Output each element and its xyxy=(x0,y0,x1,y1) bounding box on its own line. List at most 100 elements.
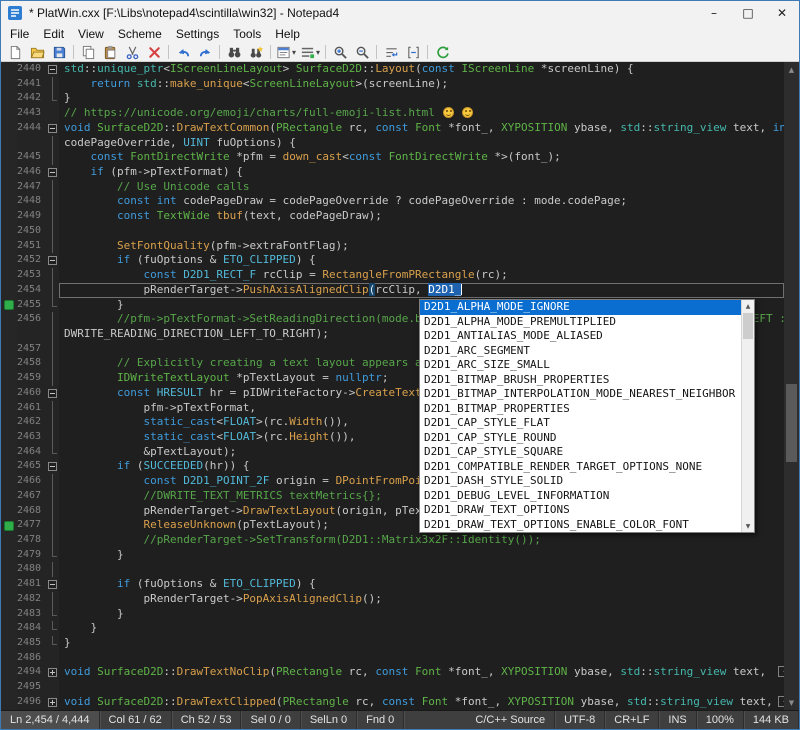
undo-button[interactable] xyxy=(172,43,194,61)
status-find-count[interactable]: Fnd 0 xyxy=(357,711,404,729)
save-file-button[interactable] xyxy=(48,43,70,61)
fold-margin[interactable] xyxy=(46,401,59,416)
fold-margin[interactable] xyxy=(46,621,59,636)
autocomplete-item[interactable]: D2D1_DEBUG_LEVEL_INFORMATION xyxy=(420,489,741,504)
bookmark-margin[interactable] xyxy=(1,209,17,224)
bookmark-margin[interactable] xyxy=(1,312,17,327)
bookmark-margin[interactable] xyxy=(1,386,17,401)
title-bar[interactable]: * PlatWin.cxx [F:\Libs\notepad4\scintill… xyxy=(1,1,799,25)
bookmark-margin[interactable] xyxy=(1,342,17,357)
fold-margin[interactable] xyxy=(46,607,59,622)
fold-margin[interactable] xyxy=(46,165,59,180)
editor-scrollbar-thumb[interactable] xyxy=(786,384,797,462)
bookmark-margin[interactable] xyxy=(1,577,17,592)
autocomplete-scrollbar-thumb[interactable] xyxy=(743,313,753,339)
fold-margin[interactable] xyxy=(46,180,59,195)
fold-margin[interactable] xyxy=(46,474,59,489)
bookmark-margin[interactable] xyxy=(1,91,17,106)
status-character[interactable]: Ch 52 / 53 xyxy=(172,711,242,729)
outline-button[interactable] xyxy=(402,43,424,61)
bookmark-margin[interactable] xyxy=(1,504,17,519)
delete-button[interactable] xyxy=(143,43,165,61)
bookmark-margin[interactable] xyxy=(1,136,17,151)
bookmark-margin[interactable] xyxy=(1,371,17,386)
status-selection[interactable]: Sel 0 / 0 xyxy=(241,711,300,729)
bookmark-margin[interactable] xyxy=(1,489,17,504)
fold-margin[interactable] xyxy=(46,577,59,592)
code-row[interactable]: 2479 } xyxy=(1,548,784,563)
menu-view[interactable]: View xyxy=(71,26,111,42)
bookmark-margin[interactable] xyxy=(1,165,17,180)
code-row[interactable]: 2447 // Use Unicode calls xyxy=(1,180,784,195)
code-row[interactable]: codePageOverride, UINT fuOptions) { xyxy=(1,136,784,151)
fold-margin[interactable] xyxy=(46,592,59,607)
code-row[interactable]: 2443// https://unicode.org/emoji/charts/… xyxy=(1,106,784,121)
fold-margin[interactable] xyxy=(46,415,59,430)
fold-margin[interactable] xyxy=(46,62,59,77)
code-row[interactable]: 2483 } xyxy=(1,607,784,622)
copy-button[interactable] xyxy=(77,43,99,61)
fold-margin[interactable] xyxy=(46,136,59,151)
fold-collapse-icon[interactable] xyxy=(48,462,57,471)
bookmark-margin[interactable] xyxy=(1,194,17,209)
fold-margin[interactable] xyxy=(46,342,59,357)
scroll-up-icon[interactable]: ▲ xyxy=(742,300,754,312)
bookmark-margin[interactable] xyxy=(1,459,17,474)
menu-help[interactable]: Help xyxy=(268,26,307,42)
code-row[interactable]: 2446 if (pfm->pTextFormat) { xyxy=(1,165,784,180)
autocomplete-item[interactable]: D2D1_CAP_STYLE_ROUND xyxy=(420,431,741,446)
code-row[interactable]: 2453 const D2D1_RECT_F rcClip = Rectangl… xyxy=(1,268,784,283)
fold-margin[interactable] xyxy=(46,665,59,680)
fold-margin[interactable] xyxy=(46,283,59,298)
editor[interactable]: 2440std::unique_ptr<IScreenLineLayout> S… xyxy=(1,62,799,710)
menu-tools[interactable]: Tools xyxy=(226,26,268,42)
code-row[interactable]: 2481 if (fuOptions & ETO_CLIPPED) { xyxy=(1,577,784,592)
code-row[interactable]: 2454 pRenderTarget->PushAxisAlignedClip(… xyxy=(1,283,784,298)
fold-margin[interactable] xyxy=(46,298,59,313)
fold-margin[interactable] xyxy=(46,371,59,386)
bookmark-margin[interactable] xyxy=(1,62,17,77)
autocomplete-item[interactable]: D2D1_ANTIALIAS_MODE_ALIASED xyxy=(420,329,741,344)
zoom-out-button[interactable] xyxy=(351,43,373,61)
fold-margin[interactable] xyxy=(46,680,59,695)
bookmark-list-button[interactable]: ▾ xyxy=(298,43,322,61)
code-row[interactable]: 2450 xyxy=(1,224,784,239)
menu-edit[interactable]: Edit xyxy=(36,26,71,42)
bookmark-margin[interactable] xyxy=(1,150,17,165)
scroll-up-icon[interactable]: ▲ xyxy=(784,62,799,77)
fold-margin[interactable] xyxy=(46,253,59,268)
code-row[interactable]: 2444void SurfaceD2D::DrawTextCommon(PRec… xyxy=(1,121,784,136)
fold-collapse-icon[interactable] xyxy=(48,65,57,74)
fold-margin[interactable] xyxy=(46,430,59,445)
fold-margin[interactable] xyxy=(46,312,59,327)
autocomplete-item[interactable]: D2D1_DASH_STYLE_SOLID xyxy=(420,474,741,489)
zoom-in-button[interactable] xyxy=(329,43,351,61)
bookmark-margin[interactable] xyxy=(1,401,17,416)
menu-file[interactable]: File xyxy=(3,26,36,42)
fold-margin[interactable] xyxy=(46,636,59,651)
bookmark-margin[interactable] xyxy=(1,680,17,695)
code-row[interactable]: 2495 xyxy=(1,680,784,695)
bookmark-margin[interactable] xyxy=(1,283,17,298)
bookmark-margin[interactable] xyxy=(1,445,17,460)
autocomplete-item[interactable]: D2D1_CAP_STYLE_SQUARE xyxy=(420,445,741,460)
scroll-down-icon[interactable]: ▼ xyxy=(784,695,799,710)
autocomplete-item[interactable]: D2D1_DRAW_TEXT_OPTIONS xyxy=(420,503,741,518)
bookmark-margin[interactable] xyxy=(1,121,17,136)
fold-margin[interactable] xyxy=(46,224,59,239)
autocomplete-item[interactable]: D2D1_ARC_SEGMENT xyxy=(420,344,741,359)
fold-margin[interactable] xyxy=(46,518,59,533)
bookmark-margin[interactable] xyxy=(1,621,17,636)
fold-collapse-icon[interactable] xyxy=(48,168,57,177)
autocomplete-item[interactable]: D2D1_ALPHA_MODE_IGNORE xyxy=(420,300,741,315)
code-row[interactable]: 2494void SurfaceD2D::DrawTextNoClip(PRec… xyxy=(1,665,784,680)
paste-button[interactable] xyxy=(99,43,121,61)
bookmark-margin[interactable] xyxy=(1,548,17,563)
code-row[interactable]: 2440std::unique_ptr<IScreenLineLayout> S… xyxy=(1,62,784,77)
bookmark-margin[interactable] xyxy=(1,562,17,577)
bookmark-margin[interactable] xyxy=(1,592,17,607)
fold-margin[interactable] xyxy=(46,489,59,504)
bookmark-margin[interactable] xyxy=(1,518,17,533)
fold-margin[interactable] xyxy=(46,327,59,342)
menu-settings[interactable]: Settings xyxy=(169,26,226,42)
